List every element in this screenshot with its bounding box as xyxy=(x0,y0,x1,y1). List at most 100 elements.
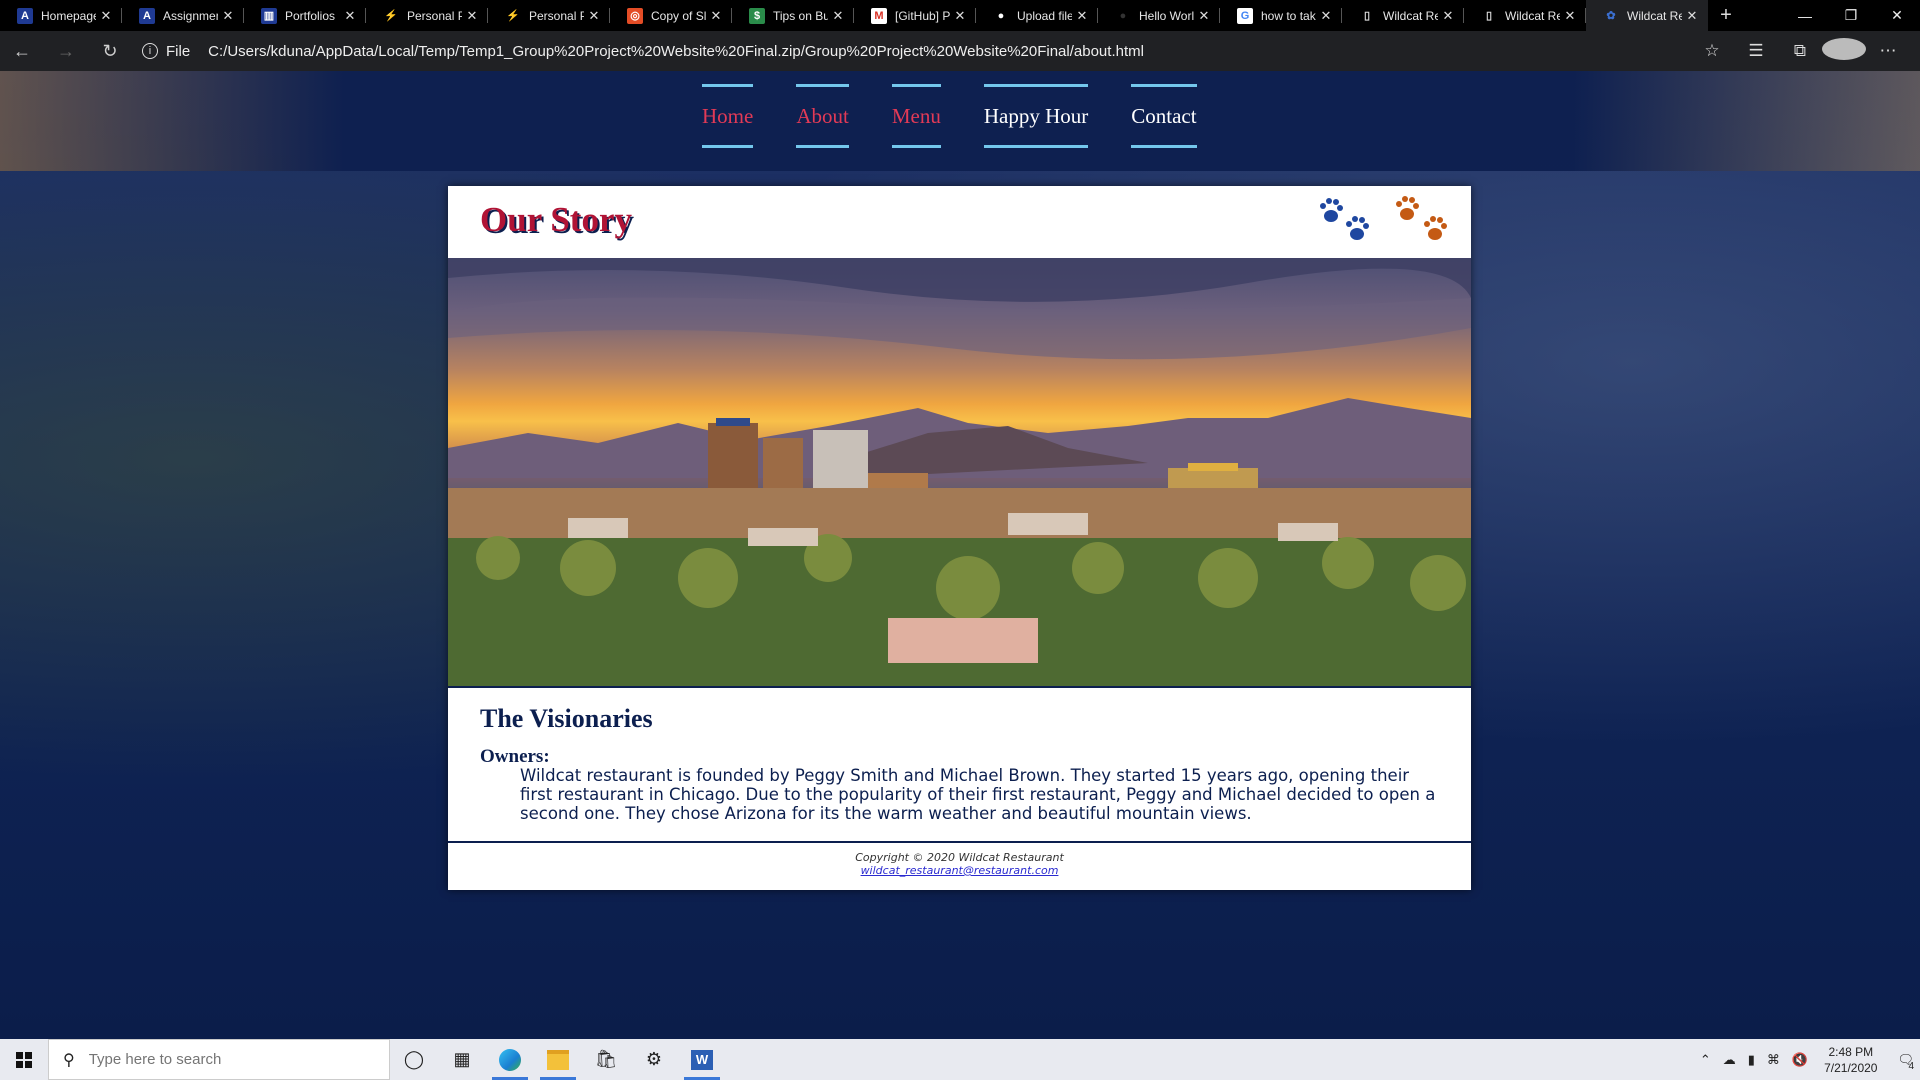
browser-tab-bar: AHomepage✕AAssignments✕▥Portfolios✕⚡Pers… xyxy=(0,0,1920,31)
profile-avatar[interactable] xyxy=(1822,37,1866,65)
paw-icon: ✿ xyxy=(1606,10,1616,22)
refresh-icon[interactable]: ↻ xyxy=(88,41,132,62)
tab-strip: AHomepage✕AAssignments✕▥Portfolios✕⚡Pers… xyxy=(0,0,1708,31)
browser-tab[interactable]: ⚡ Personal Portfolio✕ xyxy=(488,0,610,31)
file-explorer-icon[interactable] xyxy=(534,1039,582,1080)
page-viewport: Home About Menu Happy Hour Contact Our Story xyxy=(0,71,1920,1039)
nav-link-contact[interactable]: Contact xyxy=(1131,84,1197,148)
battery-icon[interactable]: ▮ xyxy=(1748,1052,1755,1068)
page-title: Our Story xyxy=(480,200,632,239)
close-tab-icon[interactable]: ✕ xyxy=(1682,8,1702,24)
footer-copyright: Copyright © 2020 Wildcat Restaurant xyxy=(855,851,1064,864)
file-icon: ▯ xyxy=(1485,10,1493,22)
settings-gear-icon[interactable]: ⚙ xyxy=(630,1039,678,1080)
file-icon: ▯ xyxy=(1363,10,1371,22)
chevron-up-icon[interactable]: ⌃ xyxy=(1700,1052,1711,1068)
arizona-a-icon: A xyxy=(139,7,155,24)
notification-count: 4 xyxy=(1908,1060,1914,1072)
task-view-icon[interactable]: ▦ xyxy=(438,1039,486,1080)
browser-tab[interactable]: M [GitHub] Please verify✕ xyxy=(854,0,976,31)
dollar-icon: $ xyxy=(749,7,765,24)
close-tab-icon[interactable]: ✕ xyxy=(340,8,360,24)
word-logo-icon: W xyxy=(691,1049,713,1070)
browser-tab[interactable]: Ghow to take✕ xyxy=(1220,0,1342,31)
store-icon[interactable]: 🛍 xyxy=(582,1039,630,1080)
windows-logo-icon xyxy=(16,1051,32,1068)
browser-tab[interactable]: A Assignments✕ xyxy=(122,0,244,31)
edge-browser-icon[interactable] xyxy=(486,1039,534,1080)
onedrive-icon[interactable]: ☁ xyxy=(1723,1052,1736,1068)
notification-center-icon[interactable]: 🗨 4 xyxy=(1897,1052,1914,1072)
close-tab-icon[interactable]: ✕ xyxy=(828,8,848,24)
browser-tab[interactable]: ▯ Wildcat Restaurant✕ xyxy=(1342,0,1464,31)
search-icon: ⚲ xyxy=(63,1051,75,1069)
more-options-icon[interactable]: ⋯ xyxy=(1866,41,1910,61)
lightning-icon: ⚡ xyxy=(384,10,398,22)
browser-tab[interactable]: ● Hello World✕ xyxy=(1098,0,1220,31)
system-tray: ⌃ ☁ ▮ ⌘ 🔇 2:48 PM 7/21/2020 🗨 4 xyxy=(1694,1039,1920,1080)
volume-muted-icon[interactable]: 🔇 xyxy=(1792,1052,1808,1068)
close-tab-icon[interactable]: ✕ xyxy=(1560,8,1580,24)
clock[interactable]: 2:48 PM 7/21/2020 xyxy=(1824,1044,1877,1076)
new-tab-button[interactable]: + xyxy=(1708,0,1744,31)
close-tab-icon[interactable]: ✕ xyxy=(706,8,726,24)
close-tab-icon[interactable]: ✕ xyxy=(1072,8,1092,24)
footer-divider xyxy=(448,841,1471,843)
avatar-icon xyxy=(1822,37,1866,60)
url-text[interactable]: C:/Users/kduna/AppData/Local/Temp/Temp1_… xyxy=(208,43,1144,60)
info-icon[interactable]: i xyxy=(142,43,158,59)
window-controls: — ❐ ✕ xyxy=(1782,0,1920,31)
taskbar-search[interactable]: ⚲ xyxy=(48,1039,390,1080)
copy-icon: ◎ xyxy=(627,7,643,24)
wifi-icon[interactable]: ⌘ xyxy=(1767,1052,1780,1068)
lightning-icon: ⚡ xyxy=(506,10,520,22)
minimize-icon[interactable]: — xyxy=(1782,0,1828,31)
section-heading: The Visionaries xyxy=(480,704,653,733)
favorites-icon[interactable]: ☰ xyxy=(1734,41,1778,61)
nav-link-happy-hour[interactable]: Happy Hour xyxy=(983,84,1089,148)
browser-tab[interactable]: ◎ Copy of Slides✕ xyxy=(610,0,732,31)
browser-tab[interactable]: ▯ Wildcat Restaurant✕ xyxy=(1464,0,1586,31)
browser-tab[interactable]: ▥ Portfolios ✕ xyxy=(244,0,366,31)
close-tab-icon[interactable]: ✕ xyxy=(96,8,116,24)
close-tab-icon[interactable]: ✕ xyxy=(1316,8,1336,24)
word-icon[interactable]: W xyxy=(678,1039,726,1080)
browser-tab[interactable]: ⚡ Personal Portfolio✕ xyxy=(366,0,488,31)
gmail-icon: M xyxy=(871,7,887,24)
favorite-star-icon[interactable]: ☆ xyxy=(1690,41,1734,61)
nav-link-menu[interactable]: Menu xyxy=(891,84,941,148)
search-input[interactable] xyxy=(86,1050,351,1069)
tab-label: Wildcat Restaurant xyxy=(1627,8,1682,23)
start-button[interactable] xyxy=(0,1039,48,1080)
tab-label: Portfolios xyxy=(285,8,336,23)
folder-icon xyxy=(547,1049,569,1070)
nav-link-about[interactable]: About xyxy=(796,84,849,148)
close-window-icon[interactable]: ✕ xyxy=(1874,0,1920,31)
close-tab-icon[interactable]: ✕ xyxy=(1194,8,1214,24)
restore-icon[interactable]: ❐ xyxy=(1828,0,1874,31)
close-tab-icon[interactable]: ✕ xyxy=(218,8,238,24)
close-tab-icon[interactable]: ✕ xyxy=(584,8,604,24)
browser-tab[interactable]: $ Tips on Building✕ xyxy=(732,0,854,31)
url-scheme: File xyxy=(166,42,191,60)
owners-label: Owners: xyxy=(480,746,550,767)
close-tab-icon[interactable]: ✕ xyxy=(950,8,970,24)
owners-paragraph: Wildcat restaurant is founded by Peggy S… xyxy=(520,766,1436,823)
tab-label: Wildcat Restaurant xyxy=(1505,8,1560,23)
forward-icon[interactable]: → xyxy=(44,41,88,62)
cortana-icon[interactable]: ◯ xyxy=(390,1039,438,1080)
close-tab-icon[interactable]: ✕ xyxy=(1438,8,1458,24)
tab-label: [GitHub] Please verify xyxy=(895,8,950,23)
url-box[interactable]: i File C:/Users/kduna/AppData/Local/Temp… xyxy=(138,36,1690,66)
tab-label: Upload files xyxy=(1017,8,1072,23)
close-tab-icon[interactable]: ✕ xyxy=(462,8,482,24)
browser-tab[interactable]: ● Upload files✕ xyxy=(976,0,1098,31)
github-dark-icon: ● xyxy=(1119,9,1127,22)
back-icon[interactable]: ← xyxy=(0,41,44,62)
footer-email-link[interactable]: wildcat_restaurant@restaurant.com xyxy=(448,864,1471,877)
nav-link-home[interactable]: Home xyxy=(702,84,754,148)
browser-tab[interactable]: ✿ Wildcat Restaurant✕ xyxy=(1586,0,1708,31)
site-nav: Home About Menu Happy Hour Contact xyxy=(702,84,1240,148)
collections-icon[interactable]: ⧉ xyxy=(1778,41,1822,61)
browser-tab[interactable]: A Homepage ✕ xyxy=(0,0,122,31)
